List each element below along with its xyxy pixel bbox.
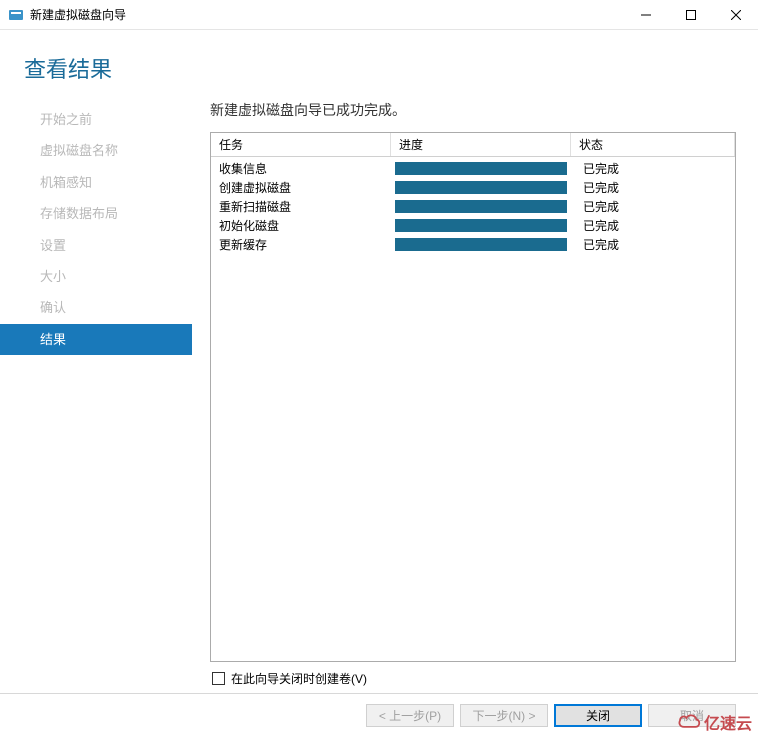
task-status: 已完成 [571,179,735,196]
task-status: 已完成 [571,217,735,234]
next-button: 下一步(N) > [460,704,548,727]
page-header: 查看结果 [0,30,758,100]
sidebar-step-6: 确认 [0,292,192,323]
cancel-button: 取消 [648,704,736,727]
result-row[interactable]: 更新缓存 已完成 [211,235,735,254]
result-row[interactable]: 重新扫描磁盘 已完成 [211,197,735,216]
task-progress [391,181,571,194]
task-progress [391,238,571,251]
task-name: 收集信息 [211,160,391,177]
results-table: 任务 进度 状态 收集信息已完成创建虚拟磁盘已完成重新扫描磁盘已完成初始化磁盘已… [210,132,736,662]
wizard-footer: < 上一步(P) 下一步(N) > 关闭 取消 [0,693,758,741]
close-wizard-button[interactable]: 关闭 [554,704,642,727]
completion-message: 新建虚拟磁盘向导已成功完成。 [210,100,736,120]
create-volume-checkbox-row[interactable]: 在此向导关闭时创建卷(V) [210,662,736,693]
task-status: 已完成 [571,236,735,253]
close-button[interactable] [713,0,758,30]
column-header-progress[interactable]: 进度 [391,133,571,156]
sidebar-step-4: 设置 [0,230,192,261]
result-row[interactable]: 创建虚拟磁盘 已完成 [211,178,735,197]
window-title: 新建虚拟磁盘向导 [30,6,623,23]
window-controls [623,0,758,30]
sidebar-step-2: 机箱感知 [0,167,192,198]
task-name: 更新缓存 [211,236,391,253]
progress-bar [395,238,567,251]
progress-bar [395,219,567,232]
progress-bar [395,162,567,175]
task-progress [391,219,571,232]
task-progress [391,200,571,213]
create-volume-checkbox[interactable] [212,672,225,685]
main-row: 开始之前虚拟磁盘名称机箱感知存储数据布局设置大小确认结果 新建虚拟磁盘向导已成功… [0,100,758,693]
maximize-button[interactable] [668,0,713,30]
page-title: 查看结果 [24,52,734,84]
task-name: 创建虚拟磁盘 [211,179,391,196]
task-name: 重新扫描磁盘 [211,198,391,215]
wizard-steps-sidebar: 开始之前虚拟磁盘名称机箱感知存储数据布局设置大小确认结果 [0,100,192,693]
sidebar-step-5: 大小 [0,261,192,292]
result-row[interactable]: 初始化磁盘 已完成 [211,216,735,235]
task-progress [391,162,571,175]
main-panel: 新建虚拟磁盘向导已成功完成。 任务 进度 状态 收集信息已完成创建虚拟磁盘已完成… [192,100,758,693]
titlebar: 新建虚拟磁盘向导 [0,0,758,30]
task-status: 已完成 [571,198,735,215]
result-row[interactable]: 收集信息 已完成 [211,159,735,178]
progress-bar [395,181,567,194]
create-volume-label: 在此向导关闭时创建卷(V) [231,670,367,687]
sidebar-step-3: 存储数据布局 [0,198,192,229]
column-header-status[interactable]: 状态 [571,133,735,156]
results-body: 收集信息已完成创建虚拟磁盘已完成重新扫描磁盘已完成初始化磁盘已完成更新缓存已完成 [211,157,735,256]
task-name: 初始化磁盘 [211,217,391,234]
minimize-button[interactable] [623,0,668,30]
progress-bar [395,200,567,213]
previous-button: < 上一步(P) [366,704,454,727]
sidebar-step-1: 虚拟磁盘名称 [0,135,192,166]
sidebar-step-7: 结果 [0,324,192,355]
sidebar-step-0: 开始之前 [0,104,192,135]
column-header-task[interactable]: 任务 [211,133,391,156]
app-icon [8,7,24,23]
content-area: 查看结果 开始之前虚拟磁盘名称机箱感知存储数据布局设置大小确认结果 新建虚拟磁盘… [0,30,758,741]
task-status: 已完成 [571,160,735,177]
results-header: 任务 进度 状态 [211,133,735,157]
